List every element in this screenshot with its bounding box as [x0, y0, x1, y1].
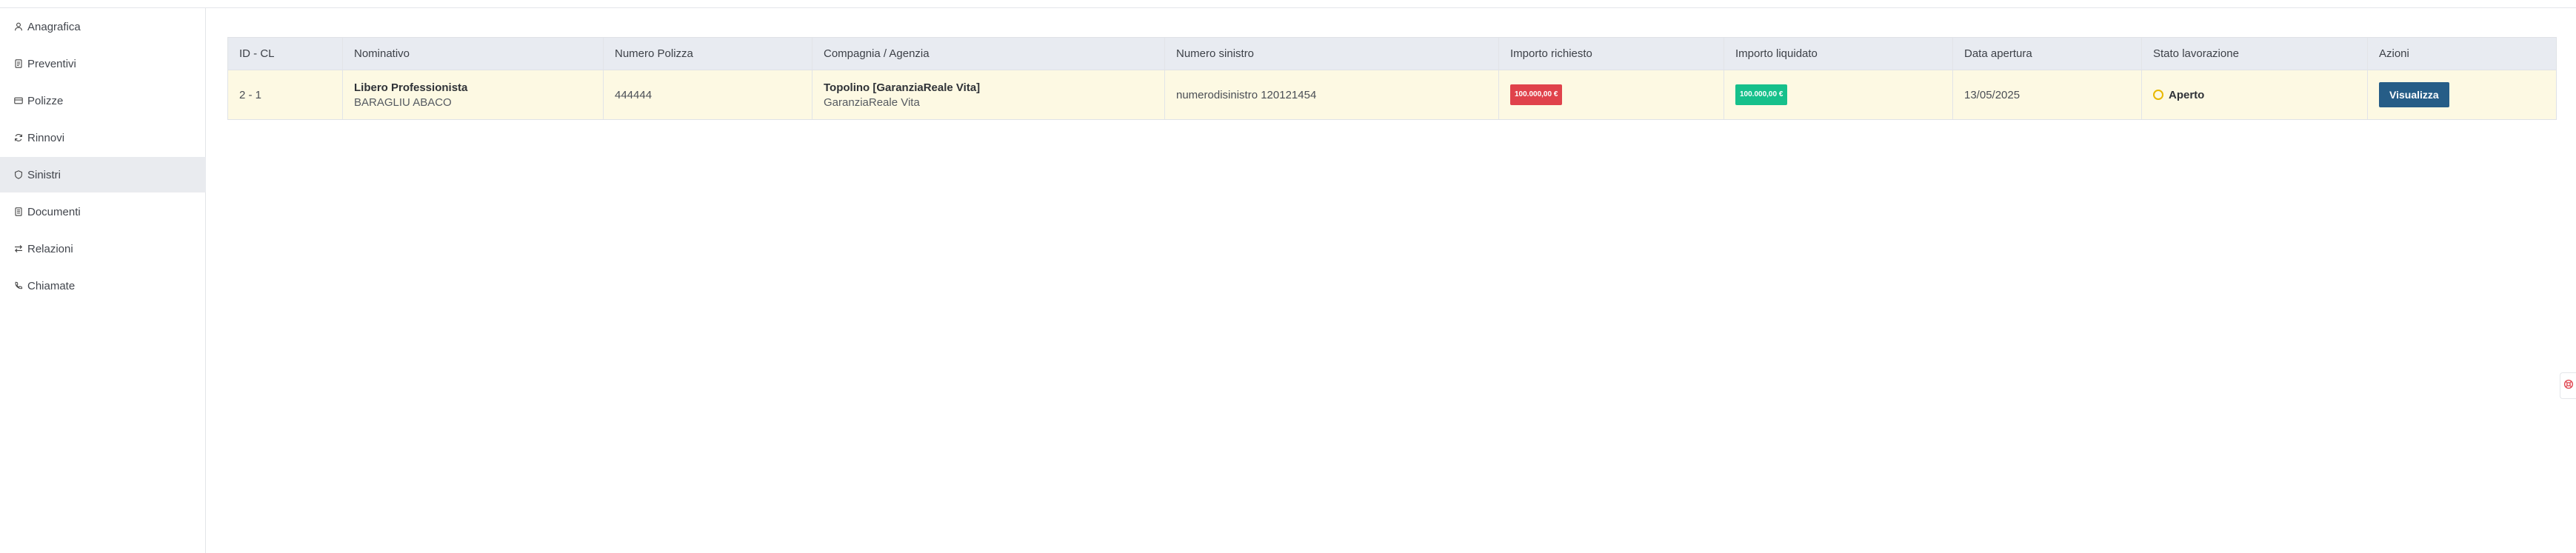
sidebar-item-sinistri[interactable]: Sinistri: [0, 157, 206, 192]
cell-stato: Aperto: [2142, 70, 2368, 119]
nominativo-name: BARAGLIU ABACO: [354, 95, 452, 109]
col-header-stato: Stato lavorazione: [2142, 38, 2368, 70]
shield-icon: [14, 170, 23, 180]
support-button[interactable]: [2560, 372, 2576, 399]
col-header-sinistro: Numero sinistro: [1165, 38, 1499, 70]
nominativo-title: Libero Professionista: [354, 81, 468, 94]
col-header-richiesto: Importo richiesto: [1499, 38, 1724, 70]
col-header-liquidato: Importo liquidato: [1724, 38, 1953, 70]
swap-icon: [14, 244, 23, 254]
amount-settled-badge: 100.000,00 €: [1735, 84, 1788, 105]
sidebar-item-label: Polizze: [27, 94, 64, 107]
status-circle-icon: [2153, 90, 2163, 100]
sidebar-item-label: Anagrafica: [27, 20, 81, 33]
col-header-apertura: Data apertura: [1953, 38, 2142, 70]
cell-polizza: 444444: [604, 70, 812, 119]
compagnia-sub: GaranziaReale Vita: [824, 95, 920, 109]
view-button[interactable]: Visualizza: [2379, 82, 2449, 107]
col-header-azioni: Azioni: [2379, 47, 2409, 60]
col-header-nominativo: Nominativo: [343, 38, 604, 70]
refresh-icon: [14, 133, 23, 143]
document-icon: [14, 58, 23, 69]
table-row[interactable]: 2 - 1 Libero Professionista BARAGLIU ABA…: [228, 70, 2556, 119]
cell-richiesto: 100.000,00 €: [1499, 70, 1724, 119]
sidebar-item-label: Documenti: [27, 205, 81, 218]
lifebuoy-icon: [2563, 379, 2574, 393]
sidebar-item-label: Chiamate: [27, 279, 76, 292]
cell-apertura: 13/05/2025: [1953, 70, 2142, 119]
phone-icon: [14, 281, 23, 291]
table-header: ID - CL Nominativo Numero Polizza Compag…: [228, 38, 2556, 70]
sidebar-item-rinnovi[interactable]: Rinnovi: [0, 120, 206, 155]
sidebar-item-preventivi[interactable]: Preventivi: [0, 46, 206, 81]
cell-id: 2 - 1: [228, 70, 343, 119]
sidebar: Anagrafica Preventivi Polizze Rinnovi Si…: [0, 8, 206, 553]
status-label: Aperto: [2169, 88, 2205, 101]
file-icon: [14, 207, 23, 217]
col-header-id: ID - CL: [228, 38, 343, 70]
sidebar-item-relazioni[interactable]: Relazioni: [0, 231, 206, 267]
cell-liquidato: 100.000,00 €: [1724, 70, 1953, 119]
amount-requested-badge: 100.000,00 €: [1510, 84, 1563, 105]
claims-table: ID - CL Nominativo Numero Polizza Compag…: [227, 37, 2557, 120]
policy-icon: [14, 95, 23, 106]
sidebar-item-polizze[interactable]: Polizze: [0, 83, 206, 118]
sidebar-item-label: Preventivi: [27, 57, 76, 70]
sidebar-item-chiamate[interactable]: Chiamate: [0, 268, 206, 304]
sidebar-item-label: Relazioni: [27, 242, 73, 255]
top-divider: [0, 7, 2576, 8]
cell-sinistro: numerodisinistro 120121454: [1165, 70, 1499, 119]
sidebar-item-anagrafica[interactable]: Anagrafica: [0, 9, 206, 44]
col-header-compagnia: Compagnia / Agenzia: [812, 38, 1165, 70]
user-icon: [14, 21, 23, 32]
sidebar-item-label: Sinistri: [27, 168, 61, 181]
cell-azioni: Visualizza: [2368, 70, 2556, 119]
cell-compagnia: Topolino [GaranziaReale Vita] GaranziaRe…: [812, 70, 1165, 119]
sidebar-item-documenti[interactable]: Documenti: [0, 194, 206, 229]
cell-nominativo: Libero Professionista BARAGLIU ABACO: [343, 70, 604, 119]
sidebar-item-label: Rinnovi: [27, 131, 65, 144]
col-header-polizza: Numero Polizza: [604, 38, 812, 70]
compagnia-title: Topolino [GaranziaReale Vita]: [824, 81, 981, 94]
